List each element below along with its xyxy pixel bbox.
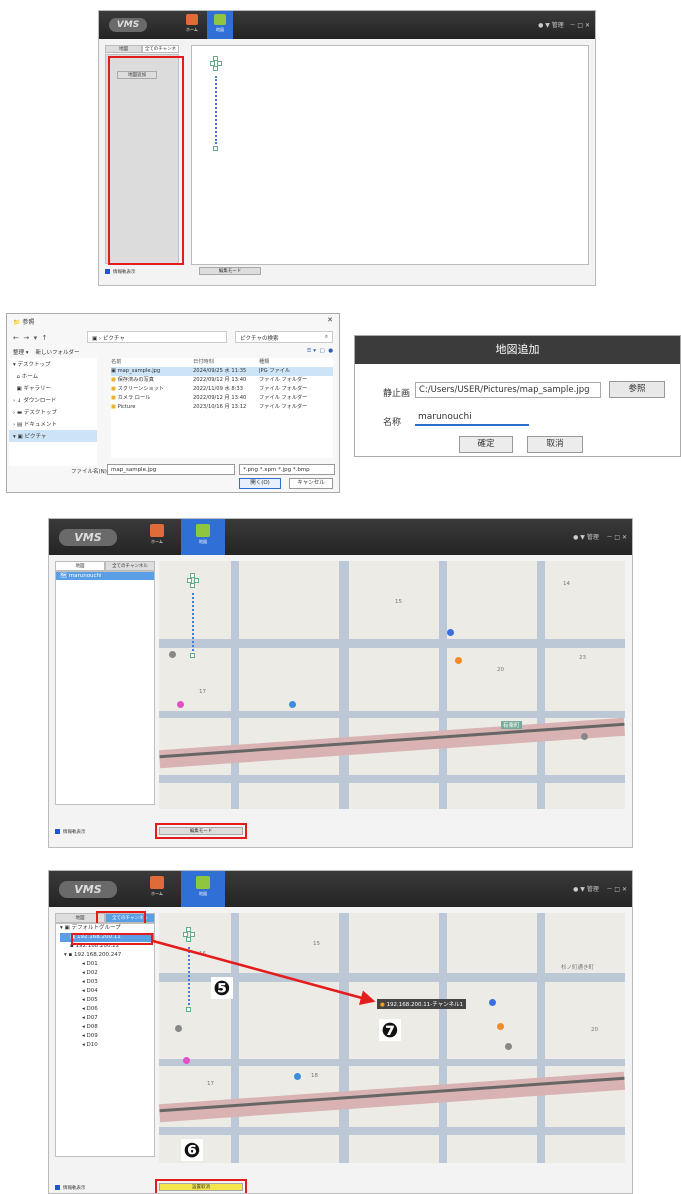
- add-map-title: 地図追加: [355, 336, 680, 364]
- sidebar-item[interactable]: ⌂ ホーム: [9, 370, 97, 382]
- vms-logo: VMS: [109, 18, 147, 32]
- search-icon: ⌕: [324, 334, 328, 340]
- highlight-edit-mode: [155, 823, 247, 839]
- map-canvas-empty: [191, 45, 589, 265]
- step-marker-5: ❺: [211, 977, 233, 999]
- left-tabs: 地図 全てのチャンネル: [55, 561, 155, 571]
- nav-arrows[interactable]: ← → ▾ ↑: [13, 334, 47, 342]
- show-info-checkbox[interactable]: 情報軌表示: [55, 829, 86, 835]
- left-panel: 🗺 marunouchi: [55, 571, 155, 805]
- drag-arrow: [152, 939, 376, 1005]
- file-list: 名前 日付時刻 種類 ▣ map_sample.jpg 2024/09/25 水 11…: [111, 358, 333, 458]
- highlight-left-panel: [108, 56, 184, 265]
- nav-map[interactable]: 地図: [207, 11, 233, 39]
- name-input[interactable]: marunouchi: [415, 410, 529, 426]
- station-label: 有楽町: [501, 721, 522, 729]
- file-open-dialog: 📁 参照 ✕ ← → ▾ ↑ ▣ › ピクチャ ピクチャの検索 ⌕ 整理 ▾ 新し…: [6, 313, 340, 493]
- map-icon: [214, 14, 226, 25]
- sidebar-tree: ▾ デスクトップ ⌂ ホーム ▣ ギャラリー › ↓ ダウンロード › ▬ デス…: [9, 358, 97, 466]
- file-row[interactable]: ■ 保存済みの写真 2022/09/12 月 13:40 ファイル フォルダー: [111, 376, 333, 385]
- map-pin: [447, 629, 454, 636]
- window-controls[interactable]: － □ ✕: [606, 534, 627, 541]
- file-row[interactable]: ▣ map_sample.jpg 2024/09/25 水 11:35 JPG ファ…: [111, 367, 333, 376]
- new-folder-button[interactable]: 新しいフォルダー: [36, 350, 80, 356]
- nav-map[interactable]: 地図: [181, 519, 225, 555]
- image-path-input[interactable]: C:/Users/USER/Pictures/map_sample.jpg: [415, 382, 601, 398]
- home-icon: [186, 14, 198, 25]
- nav-home[interactable]: ホーム: [179, 11, 205, 39]
- file-row[interactable]: ■ スクリーンショット 2022/11/09 水 8:33 ファイル フォルダー: [111, 385, 333, 394]
- filename-label: ファイル名(N):: [71, 469, 109, 475]
- edit-mode-button[interactable]: 編集モード: [199, 267, 261, 275]
- organize-button[interactable]: 整理 ▾: [13, 350, 29, 356]
- vms-window-4: VMS ホーム 地図 ● ▼ 管理 － □ ✕ 地図 全てのチャンネル ▾ ▣ …: [48, 870, 633, 1194]
- tab-all-channels[interactable]: 全てのチャンネル: [105, 561, 155, 571]
- dialog-title: 📁 参照: [13, 319, 35, 326]
- map-pin: [455, 657, 462, 664]
- highlight-edit-cancel: [155, 1179, 247, 1193]
- vms-logo: VMS: [59, 529, 117, 546]
- map-pin: [177, 701, 184, 708]
- show-info-checkbox[interactable]: 情報軌表示: [105, 269, 136, 275]
- sidebar-item[interactable]: ▣ ギャラリー: [9, 382, 97, 394]
- column-headers: 名前 日付時刻 種類: [111, 359, 270, 365]
- filename-input[interactable]: map_sample.jpg: [107, 464, 235, 475]
- home-icon: [150, 524, 164, 537]
- tab-map[interactable]: 地図: [55, 561, 105, 571]
- sidebar-item[interactable]: › ▬ デスクトップ: [9, 406, 97, 418]
- map-list-item[interactable]: 🗺 marunouchi: [56, 572, 154, 580]
- image-label: 静止画: [383, 389, 411, 399]
- map-view[interactable]: 14 15 17 20 23 有楽町: [159, 561, 625, 809]
- cancel-button[interactable]: 取消: [527, 436, 583, 453]
- title-bar: VMS ホーム 地図 ● ▼ 管理 － □ ✕: [49, 519, 632, 555]
- toolbar: 整理 ▾ 新しいフォルダー ☰ ▾ ▢ ●: [13, 348, 333, 356]
- ok-button[interactable]: 確定: [459, 436, 513, 453]
- railway: [159, 717, 625, 769]
- sidebar-item[interactable]: › ▤ ドキュメント: [9, 418, 97, 430]
- user-menu[interactable]: 管理: [552, 22, 564, 29]
- cancel-button[interactable]: キャンセル: [289, 478, 333, 489]
- title-right: ● ▼ 管理 － □ ✕: [573, 534, 627, 541]
- view-icons[interactable]: ☰ ▾ ▢ ●: [307, 348, 333, 354]
- name-label: 名称: [383, 418, 402, 428]
- window-controls[interactable]: － □ ✕: [569, 22, 590, 29]
- title-bar: VMS ホーム 地図 ● ▼ 管理 － □ ✕: [99, 11, 595, 39]
- map-pin: [289, 701, 296, 708]
- file-row[interactable]: ■ カメラ ロール 2022/09/12 月 13:40 ファイル フォルダー: [111, 394, 333, 403]
- browse-button[interactable]: 参照: [609, 381, 665, 398]
- user-menu[interactable]: 管理: [587, 534, 599, 541]
- zoom-control[interactable]: [210, 56, 222, 151]
- sidebar-item[interactable]: ▾ デスクトップ: [9, 358, 97, 370]
- step-marker-6: ❻: [181, 1139, 203, 1161]
- step-marker-7: ❼: [379, 1019, 401, 1041]
- vms-window-3: VMS ホーム 地図 ● ▼ 管理 － □ ✕ 地図 全てのチャンネル 🗺 ma…: [48, 518, 633, 848]
- path-bar[interactable]: ▣ › ピクチャ: [87, 331, 227, 343]
- map-icon: [196, 524, 210, 537]
- show-info-checkbox[interactable]: 情報軌表示: [55, 1185, 86, 1191]
- map-pin: [581, 733, 588, 740]
- vms-window-1: VMS ホーム 地図 ● ▼ 管理 － □ ✕ 地図 全てのチャンネル 地図追加…: [98, 10, 596, 286]
- sidebar-item[interactable]: ▾ ▣ ピクチャ: [9, 430, 97, 442]
- tab-all-channels[interactable]: 全てのチャンネル: [142, 45, 179, 60]
- title-right: ● ▼ 管理 － □ ✕: [538, 22, 590, 29]
- map-pin: [169, 651, 176, 658]
- left-tabs: 地図 全てのチャンネル: [105, 45, 179, 60]
- close-icon[interactable]: ✕: [327, 316, 333, 324]
- zoom-control[interactable]: [187, 573, 199, 658]
- file-type-select[interactable]: *.png *.xpm *.jpg *.bmp: [239, 464, 335, 475]
- nav-home[interactable]: ホーム: [143, 519, 171, 555]
- sidebar-item[interactable]: › ↓ ダウンロード: [9, 394, 97, 406]
- add-map-dialog: 地図追加 静止画 C:/Users/USER/Pictures/map_samp…: [354, 335, 681, 457]
- search-input[interactable]: ピクチャの検索 ⌕: [235, 331, 333, 343]
- tab-map[interactable]: 地図: [105, 45, 142, 53]
- file-row[interactable]: ■ Picture 2023/10/16 月 13:12 ファイル フォルダー: [111, 403, 333, 412]
- open-button[interactable]: 開く(O): [239, 478, 281, 489]
